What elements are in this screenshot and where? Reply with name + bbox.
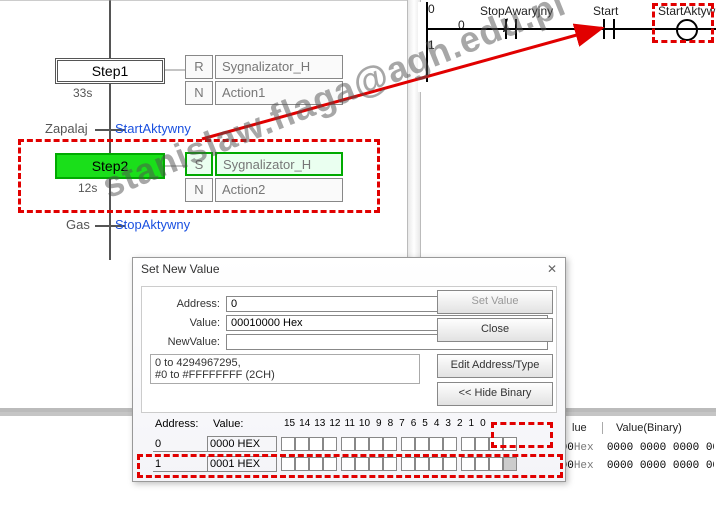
step2-time: 12s <box>78 181 97 195</box>
set-value-dialog: Set New Value ✕ Address: 0 Value: 000100… <box>132 257 566 482</box>
ladder-coil[interactable] <box>676 19 698 41</box>
step-label: Step1 <box>92 63 129 79</box>
action-name[interactable]: Action1 <box>215 81 343 105</box>
close-button[interactable]: Close <box>437 318 553 342</box>
transition2-left: Gas <box>66 217 90 232</box>
ladder-pane: 0 0 1 StopAwaryjny Start StartAktyw / <box>418 2 716 92</box>
step-label: Step2 <box>92 158 129 174</box>
binary-row: 1 0001 HEX <box>153 454 517 474</box>
address-label: Address: <box>150 298 220 310</box>
step-box-step2[interactable]: Step2 <box>55 153 165 179</box>
rung-num: 0 <box>428 2 435 16</box>
action-name[interactable]: Action2 <box>215 178 343 202</box>
sfc-lines <box>0 0 407 300</box>
action-name[interactable]: Sygnalizator_H <box>215 55 343 79</box>
action-name[interactable]: Sygnalizator_H <box>215 152 343 176</box>
bin-header-address: Address: <box>155 418 198 430</box>
ladder-contact2-label: Start <box>593 4 618 18</box>
close-icon[interactable]: ✕ <box>547 262 557 276</box>
action-qualifier[interactable]: R <box>185 55 213 79</box>
action-qualifier[interactable]: N <box>185 178 213 202</box>
newvalue-label: NewValue: <box>150 336 220 348</box>
edit-address-button[interactable]: Edit Address/Type <box>437 354 553 378</box>
step-box-step1[interactable]: Step1 <box>55 58 165 84</box>
value-label: Value: <box>150 317 220 329</box>
ladder-coil-label: StartAktyw <box>658 4 715 18</box>
range-info: 0 to 4294967295, #0 to #FFFFFFFF (2CH) <box>150 354 420 384</box>
bin-header-value: Value: <box>213 418 243 430</box>
ladder-no-contact[interactable] <box>596 19 622 39</box>
ladder-contact1-label: StopAwaryjny <box>480 4 553 18</box>
transition1-left: Zapalaj <box>45 121 88 136</box>
col-binary: Value(Binary) <box>616 422 716 434</box>
rung-num: 1 <box>428 38 435 52</box>
transition1-right: StartAktywny <box>115 121 191 136</box>
bit-set-icon[interactable] <box>503 457 517 471</box>
transition2-right: StopAktywny <box>115 217 190 232</box>
col-value: lue <box>572 422 603 434</box>
watch-row-bin: 0000 0000 0000 000 <box>607 442 714 454</box>
ladder-nc-contact[interactable]: / <box>498 19 524 39</box>
action-qualifier[interactable]: N <box>185 81 213 105</box>
hide-binary-button[interactable]: << Hide Binary <box>437 382 553 406</box>
watch-row-bin: 0000 0000 0000 000 <box>607 460 714 472</box>
bit-labels: 15141312 111098 7654 3210 <box>284 418 486 429</box>
set-value-button[interactable]: Set Value <box>437 290 553 314</box>
action-qualifier[interactable]: S <box>185 152 213 176</box>
step1-time: 33s <box>73 86 92 100</box>
binary-row: 0 0000 HEX <box>153 434 517 454</box>
